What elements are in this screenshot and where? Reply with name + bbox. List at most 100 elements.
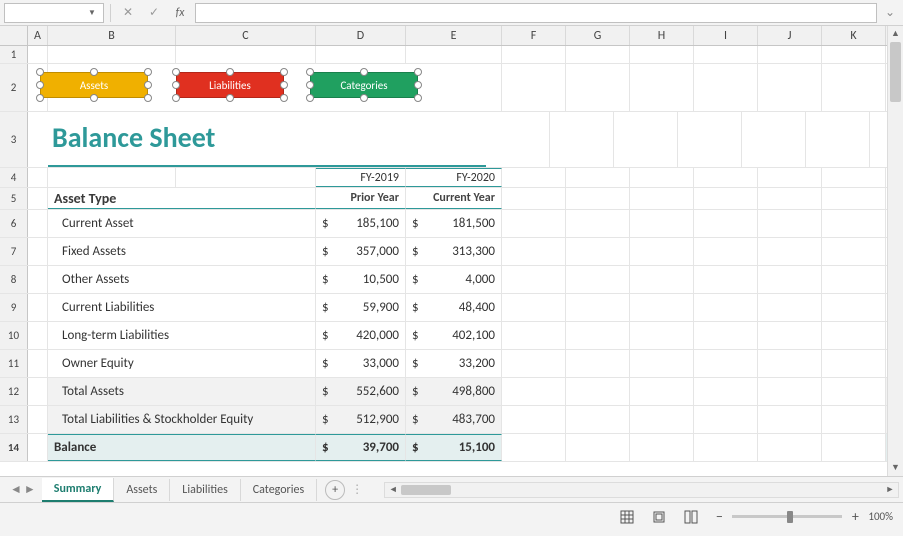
cell[interactable]	[566, 168, 630, 187]
cell[interactable]	[502, 350, 566, 377]
resize-handle[interactable]	[414, 68, 422, 76]
cell-prior[interactable]: $33,000	[316, 350, 406, 377]
resize-handle[interactable]	[36, 68, 44, 76]
row-header[interactable]: 12	[0, 378, 28, 405]
cell[interactable]	[694, 294, 758, 321]
cell-label[interactable]: Current Liabilities	[48, 294, 316, 321]
cell[interactable]	[502, 188, 566, 209]
col-header[interactable]: F	[502, 26, 566, 45]
cell[interactable]	[630, 64, 694, 111]
cell[interactable]	[28, 378, 48, 405]
scroll-down-icon[interactable]: ▼	[888, 460, 903, 476]
cell[interactable]	[822, 64, 886, 111]
cell[interactable]	[758, 322, 822, 349]
cell[interactable]	[566, 434, 630, 461]
shape-assets[interactable]: Assets	[40, 72, 148, 98]
cell[interactable]	[822, 238, 886, 265]
cell[interactable]	[316, 46, 406, 63]
tab-nav-left-icon[interactable]: ◄	[10, 482, 22, 497]
scrollbar-thumb[interactable]	[401, 485, 451, 495]
col-header[interactable]: J	[758, 26, 822, 45]
cell[interactable]	[822, 210, 886, 237]
resize-handle[interactable]	[280, 94, 288, 102]
resize-handle[interactable]	[414, 94, 422, 102]
cell[interactable]	[758, 238, 822, 265]
row-header[interactable]: 3	[0, 112, 28, 167]
resize-handle[interactable]	[144, 81, 152, 89]
cell[interactable]	[48, 168, 176, 187]
cell-total-prior[interactable]: $512,900	[316, 406, 406, 433]
cell[interactable]	[822, 322, 886, 349]
cell[interactable]	[502, 46, 566, 63]
cell-prior[interactable]: $59,900	[316, 294, 406, 321]
page-layout-view-icon[interactable]	[648, 507, 670, 527]
row-header[interactable]: 9	[0, 294, 28, 321]
chevron-down-icon[interactable]: ▼	[85, 8, 99, 18]
cell[interactable]	[28, 434, 48, 461]
col-header[interactable]: I	[694, 26, 758, 45]
cell[interactable]	[28, 322, 48, 349]
cell[interactable]	[630, 266, 694, 293]
row-header[interactable]: 10	[0, 322, 28, 349]
cell[interactable]	[566, 64, 630, 111]
cell[interactable]	[758, 350, 822, 377]
cell[interactable]	[758, 64, 822, 111]
cell[interactable]	[176, 46, 316, 63]
sheet-tab-summary[interactable]: Summary	[42, 478, 115, 502]
cell[interactable]	[822, 46, 886, 63]
cell[interactable]	[694, 350, 758, 377]
cell[interactable]	[694, 378, 758, 405]
cell[interactable]	[694, 64, 758, 111]
cell[interactable]	[502, 322, 566, 349]
cell[interactable]	[28, 188, 48, 209]
cell[interactable]	[758, 188, 822, 209]
resize-handle[interactable]	[36, 81, 44, 89]
col-header[interactable]: G	[566, 26, 630, 45]
cell-prior-year-label[interactable]: Prior Year	[316, 188, 406, 209]
cell[interactable]	[758, 168, 822, 187]
resize-handle[interactable]	[36, 94, 44, 102]
cell[interactable]	[28, 294, 48, 321]
cell[interactable]	[758, 266, 822, 293]
cell-year-prior[interactable]: FY-2019	[316, 168, 406, 187]
cell[interactable]	[758, 294, 822, 321]
cell[interactable]	[566, 350, 630, 377]
cell-total-prior[interactable]: $552,600	[316, 378, 406, 405]
scrollbar-thumb[interactable]	[890, 42, 901, 102]
name-box[interactable]: ▼	[4, 3, 104, 23]
cell[interactable]	[406, 46, 502, 63]
cell[interactable]	[28, 210, 48, 237]
cell-total-current[interactable]: $498,800	[406, 378, 502, 405]
cell-current[interactable]: $48,400	[406, 294, 502, 321]
cell[interactable]	[694, 406, 758, 433]
resize-handle[interactable]	[306, 81, 314, 89]
zoom-out-button[interactable]: −	[712, 508, 726, 525]
cell[interactable]	[630, 294, 694, 321]
cell-label[interactable]: Owner Equity	[48, 350, 316, 377]
resize-handle[interactable]	[280, 81, 288, 89]
cell[interactable]	[176, 168, 316, 187]
cell[interactable]	[822, 168, 886, 187]
resize-handle[interactable]	[280, 68, 288, 76]
cell[interactable]	[694, 46, 758, 63]
scroll-up-icon[interactable]: ▲	[888, 26, 903, 42]
resize-handle[interactable]	[172, 81, 180, 89]
cell[interactable]	[566, 266, 630, 293]
cell-prior[interactable]: $357,000	[316, 238, 406, 265]
cell[interactable]	[630, 378, 694, 405]
resize-handle[interactable]	[90, 68, 98, 76]
cell[interactable]	[28, 406, 48, 433]
row-header[interactable]: 5	[0, 188, 28, 209]
cell[interactable]	[694, 266, 758, 293]
col-header[interactable]: K	[822, 26, 886, 45]
vertical-scrollbar[interactable]: ▲ ▼	[887, 26, 903, 476]
cell-prior[interactable]: $10,500	[316, 266, 406, 293]
resize-handle[interactable]	[144, 68, 152, 76]
cell[interactable]	[822, 266, 886, 293]
row-header[interactable]: 8	[0, 266, 28, 293]
row-header[interactable]: 2	[0, 64, 28, 111]
cell-prior[interactable]: $420,000	[316, 322, 406, 349]
cell[interactable]	[694, 210, 758, 237]
scroll-left-icon[interactable]: ◄	[385, 484, 401, 495]
cell-current[interactable]: $181,500	[406, 210, 502, 237]
